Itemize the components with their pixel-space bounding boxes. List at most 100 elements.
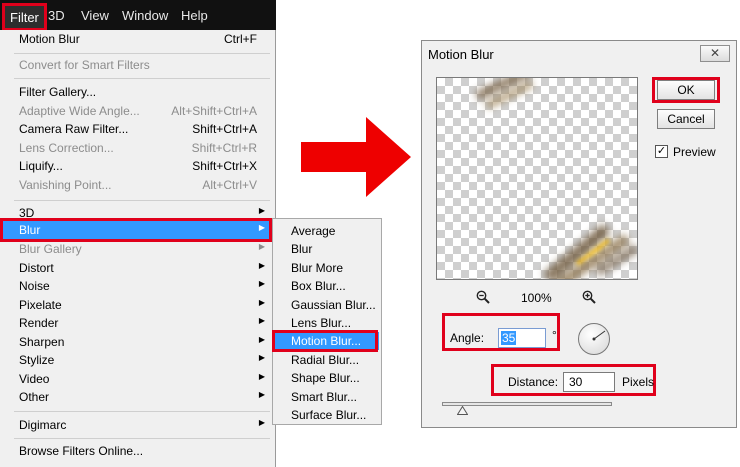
menu-item-lens-correction: Lens Correction... Shift+Ctrl+R: [0, 139, 272, 157]
menu-3d[interactable]: 3D: [48, 8, 65, 23]
menu-item-distort[interactable]: Distort ▶: [0, 259, 272, 277]
menu-item-label: Sharpen: [19, 335, 65, 349]
distance-input[interactable]: 30: [563, 372, 615, 392]
menu-help[interactable]: Help: [181, 8, 208, 23]
zoom-in-icon[interactable]: [582, 290, 596, 304]
cancel-button[interactable]: Cancel: [657, 109, 715, 129]
submenu-arrow-icon: ▶: [258, 223, 265, 232]
submenu-item-label: Gaussian Blur...: [291, 298, 376, 312]
menu-item-render[interactable]: Render ▶: [0, 314, 272, 332]
menu-separator: [14, 200, 270, 201]
submenu-item-box-blur[interactable]: Box Blur...: [273, 277, 381, 295]
menu-item-label: Motion Blur: [19, 32, 80, 46]
ok-button[interactable]: OK: [657, 80, 715, 100]
menu-item-shortcut: Shift+Ctrl+A: [192, 122, 257, 136]
menu-separator: [14, 78, 270, 79]
menu-item-blur[interactable]: Blur ▶: [0, 221, 272, 239]
menu-item-label: Browse Filters Online...: [19, 444, 144, 458]
close-icon[interactable]: ✕: [700, 45, 730, 62]
menu-item-label: Render: [19, 316, 59, 330]
menu-view[interactable]: View: [81, 8, 109, 23]
angle-label: Angle:: [450, 331, 485, 345]
distance-value: 30: [569, 375, 583, 389]
menu-item-3d[interactable]: 3D ▶: [0, 204, 272, 222]
menu-item-shortcut: Shift+Ctrl+X: [192, 159, 257, 173]
filter-menu: Motion Blur Ctrl+F Convert for Smart Fil…: [0, 30, 276, 467]
submenu-item-shape-blur[interactable]: Shape Blur...: [273, 369, 381, 387]
menu-item-label: Video: [19, 372, 50, 386]
submenu-item-label: Motion Blur...: [291, 334, 362, 348]
menu-item-vanishing-point: Vanishing Point... Alt+Ctrl+V: [0, 176, 272, 194]
menu-item-label: Stylize: [19, 353, 55, 367]
menu-item-sharpen[interactable]: Sharpen ▶: [0, 333, 272, 351]
menu-item-shortcut: Alt+Ctrl+V: [202, 178, 257, 192]
submenu-item-motion-blur[interactable]: Motion Blur...: [275, 332, 379, 350]
submenu-arrow-icon: ▶: [258, 242, 265, 251]
menu-item-stylize[interactable]: Stylize ▶: [0, 351, 272, 369]
submenu-item-label: Blur: [291, 242, 313, 256]
filter-preview[interactable]: [436, 77, 638, 280]
submenu-item-surface-blur[interactable]: Surface Blur...: [273, 406, 381, 424]
submenu-item-smart-blur[interactable]: Smart Blur...: [273, 388, 381, 406]
distance-label: Distance:: [508, 375, 559, 389]
menu-item-label: Digimarc: [19, 418, 67, 432]
submenu-arrow-icon: ▶: [258, 298, 265, 307]
submenu-item-label: Box Blur...: [291, 279, 346, 293]
menu-item-label: Vanishing Point...: [19, 178, 112, 192]
dialog-title: Motion Blur: [428, 47, 494, 62]
submenu-item-blur-more[interactable]: Blur More: [273, 259, 381, 277]
menu-separator: [14, 411, 270, 412]
submenu-item-label: Surface Blur...: [291, 408, 367, 422]
menu-item-shortcut: Shift+Ctrl+R: [191, 141, 257, 155]
menu-item-shortcut: Ctrl+F: [224, 32, 257, 46]
submenu-arrow-icon: ▶: [258, 335, 265, 344]
menu-item-label: Other: [19, 390, 50, 404]
submenu-item-label: Lens Blur...: [291, 316, 352, 330]
submenu-arrow-icon: ▶: [258, 390, 265, 399]
submenu-item-label: Blur More: [291, 261, 344, 275]
menu-item-label: Lens Correction...: [19, 141, 114, 155]
motion-blur-dialog: Motion Blur ✕ OK Cancel ✓ Preview 100% A…: [421, 40, 737, 428]
menu-item-label: Camera Raw Filter...: [19, 122, 129, 136]
menu-item-digimarc[interactable]: Digimarc ▶: [0, 416, 272, 434]
submenu-item-average[interactable]: Average: [273, 222, 381, 240]
angle-dial[interactable]: [578, 323, 610, 355]
submenu-item-label: Radial Blur...: [291, 353, 360, 367]
angle-input[interactable]: 35: [498, 328, 546, 348]
preview-image: [475, 78, 637, 279]
submenu-item-gaussian-blur[interactable]: Gaussian Blur...: [273, 296, 381, 314]
menu-item-other[interactable]: Other ▶: [0, 388, 272, 406]
menu-item-browse-online[interactable]: Browse Filters Online...: [0, 442, 272, 460]
menu-item-label: Distort: [19, 261, 54, 275]
menu-item-label: Noise: [19, 279, 50, 293]
zoom-out-icon[interactable]: [476, 290, 490, 304]
menu-item-video[interactable]: Video ▶: [0, 370, 272, 388]
slider-thumb-icon[interactable]: [456, 406, 468, 415]
menu-window[interactable]: Window: [122, 8, 168, 23]
submenu-arrow-icon: ▶: [258, 316, 265, 325]
menu-item-camera-raw[interactable]: Camera Raw Filter... Shift+Ctrl+A: [0, 120, 272, 138]
menu-bar: Filter 3D View Window Help: [0, 0, 276, 31]
menu-item-label: Adaptive Wide Angle...: [19, 104, 140, 118]
submenu-item-label: Shape Blur...: [291, 371, 360, 385]
submenu-item-label: Average: [291, 224, 336, 238]
angle-value: 35: [501, 331, 517, 345]
menu-item-liquify[interactable]: Liquify... Shift+Ctrl+X: [0, 157, 272, 175]
menu-item-label: Blur Gallery: [19, 242, 82, 256]
menu-filter[interactable]: Filter: [2, 3, 47, 31]
menu-item-pixelate[interactable]: Pixelate ▶: [0, 296, 272, 314]
menu-item-filter-gallery[interactable]: Filter Gallery...: [0, 83, 272, 101]
menu-item-noise[interactable]: Noise ▶: [0, 277, 272, 295]
submenu-arrow-icon: ▶: [258, 261, 265, 270]
submenu-arrow-icon: ▶: [258, 206, 265, 215]
preview-checkbox[interactable]: ✓: [655, 145, 668, 158]
submenu-item-radial-blur[interactable]: Radial Blur...: [273, 351, 381, 369]
submenu-item-blur[interactable]: Blur: [273, 240, 381, 258]
menu-item-label: Pixelate: [19, 298, 62, 312]
degree-symbol: °: [552, 328, 557, 342]
submenu-item-lens-blur[interactable]: Lens Blur...: [273, 314, 381, 332]
menu-item-blur-gallery: Blur Gallery ▶: [0, 240, 272, 258]
menu-item-label: Convert for Smart Filters: [19, 58, 150, 72]
menu-item-label: Liquify...: [19, 159, 63, 173]
menu-item-last-filter[interactable]: Motion Blur Ctrl+F: [0, 30, 272, 48]
